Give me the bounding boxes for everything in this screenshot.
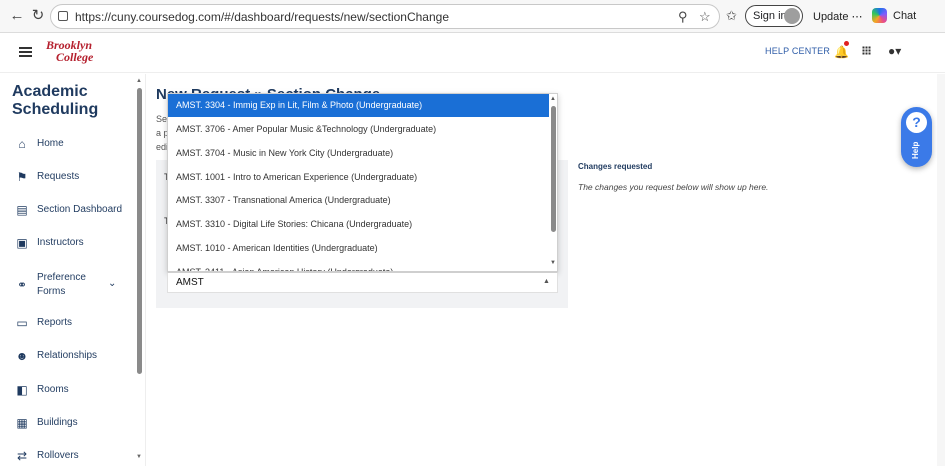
sidebar-scrollbar[interactable]: ▲ ▼ — [136, 78, 142, 462]
notification-dot — [844, 41, 849, 46]
requests-icon: ⚑ — [16, 170, 28, 184]
favorite-star-icon[interactable]: ☆ — [699, 9, 711, 25]
door-icon: ◧ — [16, 383, 28, 397]
scroll-down-icon[interactable]: ▼ — [136, 454, 142, 460]
help-center-link[interactable]: HELP CENTER — [765, 46, 830, 56]
sidebar-item-preference-forms[interactable]: ⚭ Preference Forms ⌄ — [0, 271, 134, 299]
course-search-input[interactable]: AMST — [167, 272, 558, 293]
user-menu-icon[interactable]: ●▾ — [888, 44, 901, 58]
dropdown-option[interactable]: AMST. 3304 - Immig Exp in Lit, Film & Ph… — [168, 94, 549, 117]
college-logo[interactable]: Brooklyn College — [46, 39, 108, 67]
question-icon: ? — [906, 112, 927, 133]
signin-button[interactable]: Sign in — [745, 5, 803, 27]
zoom-icon[interactable]: ⚲ — [678, 9, 688, 25]
clipboard-icon: ▤ — [16, 203, 28, 217]
signin-label: Sign in — [753, 10, 787, 22]
sidebar-title: Academic Scheduling — [12, 83, 99, 118]
rollover-icon: ⇄ — [16, 449, 28, 463]
sidebar-item-relationships[interactable]: ☻ Relationships — [0, 344, 134, 370]
people-icon: ⚭ — [16, 278, 28, 292]
sidebar-item-label: Reports — [37, 317, 73, 328]
sidebar-item-rooms[interactable]: ◧ Rooms — [0, 378, 134, 404]
sidebar-item-label: Rooms — [37, 384, 69, 395]
dropdown-scroll-thumb[interactable] — [551, 106, 556, 232]
help-widget[interactable]: ? Help — [901, 107, 932, 167]
changes-requested-note: The changes you request below will show … — [578, 182, 769, 192]
dropdown-option[interactable]: AMST. 3307 - Transnational America (Unde… — [168, 189, 549, 212]
reload-icon[interactable]: ↻ — [29, 7, 47, 25]
sidebar-item-label: Buildings — [37, 417, 78, 428]
report-icon: ▭ — [16, 316, 28, 330]
back-icon[interactable]: ← — [8, 7, 26, 25]
update-button[interactable]: Update ⋯ — [813, 10, 863, 23]
sidebar: Academic Scheduling ⌂ Home ⚑ Requests ▤ … — [0, 74, 146, 466]
sidebar-item-label: Rollovers — [37, 450, 79, 461]
dropdown-scrollbar[interactable]: ▲ ▼ — [549, 94, 557, 271]
browser-toolbar: ← ↻ https://cuny.coursedog.com/#/dashboa… — [0, 0, 945, 33]
sidebar-item-label: Instructors — [37, 237, 84, 248]
app-header: Brooklyn College HELP CENTER 🔔 ●▾ — [0, 33, 945, 73]
caret-up-icon[interactable]: ▲ — [543, 278, 550, 285]
sidebar-item-label: Preference Forms — [37, 272, 86, 297]
scroll-up-icon[interactable]: ▲ — [136, 78, 142, 84]
building-icon: ▦ — [16, 416, 28, 430]
bell-icon[interactable]: 🔔 — [834, 45, 849, 59]
group-icon: ☻ — [15, 349, 29, 363]
dropdown-option[interactable]: AMST. 3310 - Digital Life Stories: Chica… — [168, 213, 549, 236]
sidebar-item-requests[interactable]: ⚑ Requests — [0, 165, 134, 191]
sidebar-item-label: Section Dashboard — [37, 204, 123, 215]
chat-button[interactable]: Chat — [893, 10, 916, 22]
chevron-down-icon[interactable]: ⌄ — [108, 278, 116, 289]
sidebar-item-label: Relationships — [37, 350, 98, 361]
profile-avatar — [784, 8, 800, 24]
dropdown-option[interactable]: AMST. 3706 - Amer Popular Music &Technol… — [168, 118, 549, 141]
menu-icon[interactable] — [19, 47, 32, 57]
favorites-icon[interactable]: ✩ — [726, 8, 737, 24]
logo-line2: College — [56, 50, 94, 64]
sidebar-item-label: Requests — [37, 171, 80, 182]
course-dropdown-list[interactable]: AMST. 3304 - Immig Exp in Lit, Film & Ph… — [167, 93, 558, 272]
url-text: https://cuny.coursedog.com/#/dashboard/r… — [75, 10, 450, 24]
id-card-icon: ▣ — [16, 236, 28, 250]
sidebar-item-buildings[interactable]: ▦ Buildings — [0, 411, 134, 437]
sidebar-item-label: Home — [37, 138, 64, 149]
page-scrollbar[interactable] — [937, 74, 945, 466]
dropdown-option[interactable]: AMST. 1010 - American Identities (Underg… — [168, 237, 549, 260]
scroll-down-icon[interactable]: ▼ — [550, 260, 556, 266]
sidebar-item-reports[interactable]: ▭ Reports — [0, 311, 134, 337]
help-widget-label: Help — [911, 141, 920, 159]
dropdown-option[interactable]: AMST. 1001 - Intro to American Experienc… — [168, 166, 549, 189]
sidebar-item-section-dashboard[interactable]: ▤ Section Dashboard — [0, 198, 134, 224]
address-bar[interactable]: https://cuny.coursedog.com/#/dashboard/r… — [50, 4, 720, 29]
update-label: Update — [813, 11, 849, 23]
home-icon: ⌂ — [18, 137, 26, 151]
site-info-icon[interactable] — [58, 11, 68, 21]
dropdown-option[interactable]: AMST. 3411 - Asian American History (Und… — [168, 261, 549, 271]
apps-grid-icon[interactable] — [862, 46, 871, 55]
sidebar-item-instructors[interactable]: ▣ Instructors — [0, 231, 134, 257]
changes-requested-title: Changes requested — [578, 162, 653, 171]
copilot-icon[interactable] — [872, 8, 887, 23]
sidebar-item-home[interactable]: ⌂ Home — [0, 132, 134, 158]
sidebar-item-rollovers[interactable]: ⇄ Rollovers — [0, 444, 134, 470]
dropdown-option[interactable]: AMST. 3704 - Music in New York City (Und… — [168, 142, 549, 165]
scroll-up-icon[interactable]: ▲ — [550, 96, 556, 102]
sidebar-scroll-thumb[interactable] — [137, 88, 142, 374]
